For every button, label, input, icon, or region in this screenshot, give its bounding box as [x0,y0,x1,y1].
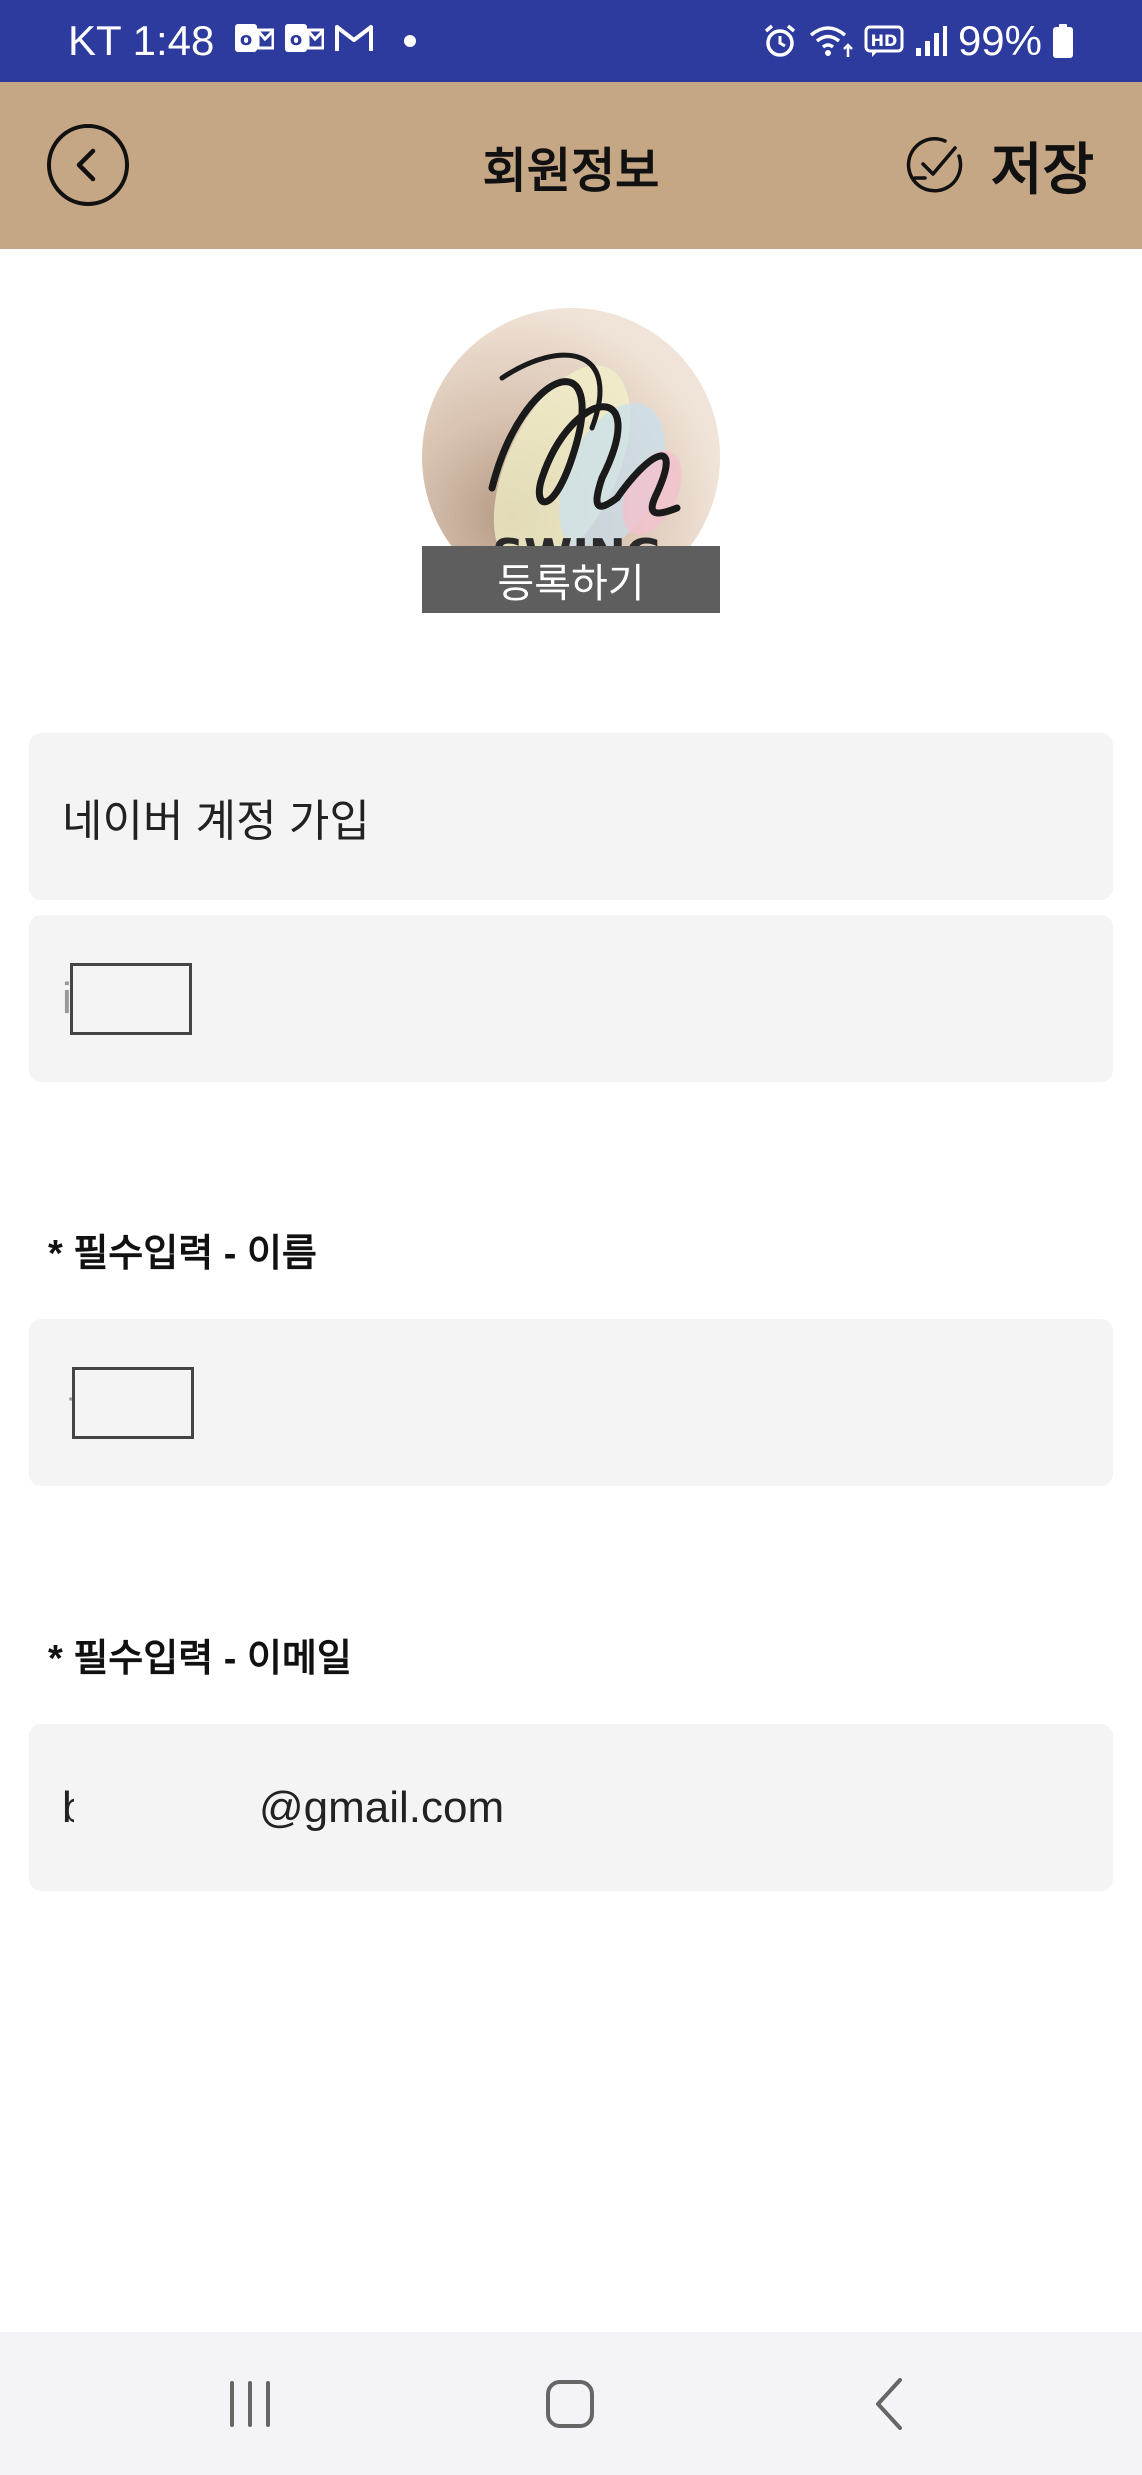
signup-type-field: 네이버 계정 가입 [29,733,1113,900]
check-circle-icon [906,137,963,193]
redaction-box [70,962,192,1035]
email-prefix-visible: b [62,1783,74,1833]
alarm-icon [762,23,798,59]
nav-back-button[interactable] [800,2332,980,2475]
home-icon [546,2379,594,2428]
gmail-icon [334,17,374,65]
recents-icon [230,2380,270,2427]
svg-text:o: o [240,29,252,50]
notification-icons: o o [234,17,374,65]
name-input[interactable]: ㅎ [29,1319,1113,1486]
back-button[interactable] [47,124,129,206]
app-header: 회원정보 저장 [0,82,1142,249]
battery-level: 99% [957,17,1042,64]
signal-icon [914,24,948,58]
system-nav-bar [0,2332,1142,2475]
chevron-left-icon [76,148,96,182]
account-id-field: i [29,915,1113,1082]
register-photo-button[interactable]: 등록하기 [422,546,720,613]
email-redaction [74,1777,259,1838]
status-bar: KT 1:48 o o HD 99% [0,0,1142,82]
name-label: * 필수입력 - 이름 [48,1233,317,1275]
email-input[interactable]: b @gmail.com [29,1724,1113,1891]
profile-image-area[interactable]: SWING 등록하기 [422,308,720,613]
svg-text:HD: HD [871,31,898,50]
status-right: HD 99% [762,0,1074,82]
battery-icon [1052,23,1074,59]
status-left: KT 1:48 o o [68,0,417,82]
save-label: 저장 [990,137,1094,201]
home-button[interactable] [480,2332,660,2475]
email-label: * 필수입력 - 이메일 [48,1638,352,1680]
more-notifications-dot [404,35,417,47]
redaction-box [72,1366,194,1439]
recents-button[interactable] [160,2332,340,2475]
outlook-icon: o [284,17,325,65]
save-button[interactable]: 저장 [905,124,1094,206]
back-icon [876,2377,902,2430]
signup-type-value: 네이버 계정 가입 [62,796,370,846]
carrier-time: KT 1:48 [68,17,215,64]
email-suffix: @gmail.com [259,1782,505,1832]
outlook-icon: o [234,17,275,65]
svg-text:o: o [290,29,302,50]
hd-icon: HD [864,24,904,58]
wifi-icon [808,23,854,59]
